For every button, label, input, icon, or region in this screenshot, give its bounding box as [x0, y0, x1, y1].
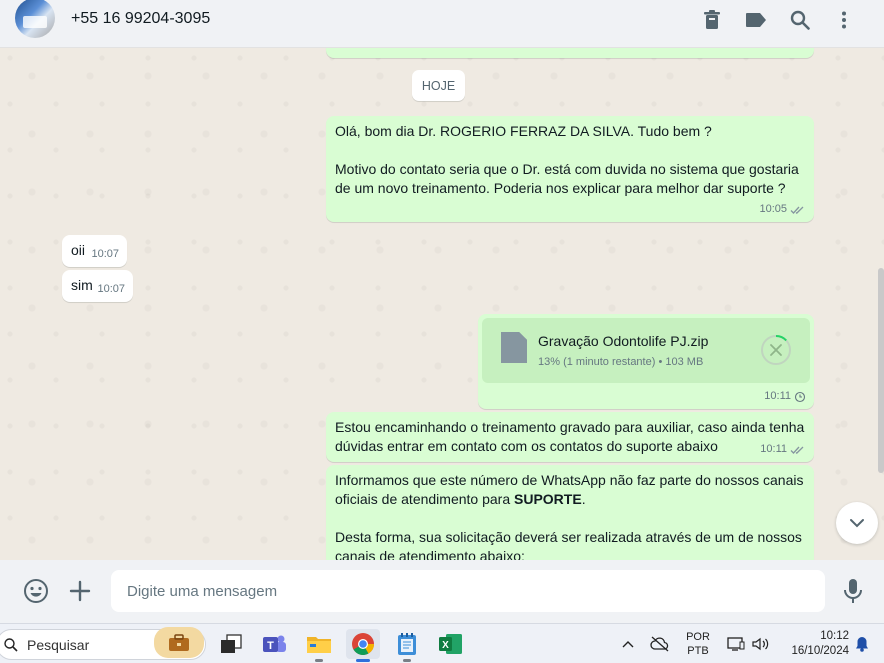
- document-icon: [501, 332, 527, 363]
- svg-text:X: X: [442, 640, 449, 651]
- excel-icon[interactable]: X: [434, 629, 468, 659]
- message-time: 10:11: [760, 443, 787, 455]
- message-bubble-outgoing[interactable]: Olá, bom dia Dr. ROGERIO FERRAZ DA SILVA…: [326, 116, 814, 222]
- chat-scrollbar[interactable]: [878, 268, 884, 473]
- contact-name[interactable]: +55 16 99204-3095: [71, 10, 210, 28]
- notepad-icon[interactable]: [390, 629, 424, 662]
- task-view-icon[interactable]: [214, 629, 248, 659]
- file-message-bubble[interactable]: Gravação Odontolife PJ.zip 13% (1 minuto…: [478, 314, 814, 409]
- message-meta: 10:11: [760, 440, 806, 459]
- file-explorer-icon[interactable]: [302, 629, 336, 662]
- message-time: 10:11: [764, 390, 791, 402]
- scroll-to-bottom-button[interactable]: [836, 502, 878, 544]
- message-time: 10:07: [97, 283, 125, 295]
- file-name: Gravação Odontolife PJ.zip: [538, 333, 709, 349]
- message-text: Desta forma, sua solicitação deverá ser …: [335, 529, 802, 560]
- svg-text:T: T: [267, 640, 274, 652]
- message-text-bold: SUPORTE: [514, 491, 582, 507]
- message-composer: [0, 560, 884, 623]
- volume-icon[interactable]: [750, 632, 772, 656]
- previous-message-bubble: [326, 48, 814, 58]
- message-time: 10:07: [91, 248, 119, 260]
- file-progress-label: 13% (1 minuto restante): [538, 356, 656, 368]
- teams-icon[interactable]: T: [258, 629, 292, 659]
- message-time: 10:05: [759, 203, 787, 215]
- running-indicator: [403, 659, 411, 662]
- message-text: Estou encaminhando o treinamento gravado…: [335, 419, 805, 454]
- message-bubble-incoming[interactable]: sim 10:07: [62, 270, 133, 302]
- double-check-icon: [790, 446, 804, 454]
- header-actions: [690, 6, 866, 34]
- message-text: oii: [71, 242, 86, 258]
- file-meta: 13% (1 minuto restante) • 103 MB: [538, 353, 703, 372]
- message-bubble-incoming[interactable]: oii 10:07: [62, 235, 127, 267]
- file-attachment[interactable]: Gravação Odontolife PJ.zip 13% (1 minuto…: [482, 318, 810, 383]
- cloud-offline-icon[interactable]: [648, 632, 672, 656]
- briefcase-icon[interactable]: [154, 627, 204, 658]
- taskbar-clock[interactable]: 10:12 16/10/2024: [783, 629, 849, 659]
- search-icon: [4, 637, 18, 652]
- chrome-icon[interactable]: [346, 629, 380, 662]
- chat-area[interactable]: HOJE Olá, bom dia Dr. ROGERIO FERRAZ DA …: [0, 48, 884, 560]
- language-indicator[interactable]: POR PTB: [680, 628, 716, 660]
- chevron-down-icon: [850, 519, 864, 528]
- contact-avatar[interactable]: [15, 0, 55, 38]
- notification-bell-icon[interactable]: [852, 632, 872, 656]
- message-text: Informamos que este número de WhatsApp n…: [335, 471, 805, 509]
- chat-header: +55 16 99204-3095: [0, 0, 884, 48]
- message-input[interactable]: [111, 570, 825, 612]
- windows-taskbar: Pesquisar T X POR PTB 10:12 16/10/2024: [0, 623, 884, 663]
- keyboard-layout: PTB: [687, 645, 709, 657]
- menu-dots-icon[interactable]: [822, 6, 866, 34]
- message-meta: 10:11: [764, 387, 806, 406]
- language-code: POR: [686, 631, 710, 643]
- trash-icon[interactable]: [690, 6, 734, 34]
- message-bubble-outgoing[interactable]: Estou encaminhando o treinamento gravado…: [326, 412, 814, 462]
- active-indicator: [356, 659, 370, 662]
- message-text: sim: [71, 277, 93, 293]
- clock-date: 16/10/2024: [791, 645, 849, 657]
- message-meta: 10:05: [759, 200, 806, 219]
- cancel-download-button[interactable]: [760, 334, 792, 366]
- message-text-part: .: [581, 491, 586, 507]
- running-indicator: [315, 659, 323, 662]
- chevron-up-icon[interactable]: [618, 632, 638, 656]
- search-label: Pesquisar: [27, 636, 90, 653]
- microphone-icon[interactable]: [840, 577, 866, 605]
- network-icon[interactable]: [724, 632, 748, 656]
- close-icon: [770, 344, 782, 356]
- message-text: [335, 509, 805, 528]
- message-text: Motivo do contato seria que o Dr. está c…: [335, 161, 799, 196]
- clock-pending-icon: [794, 391, 806, 402]
- label-icon[interactable]: [734, 6, 778, 34]
- message-text: Olá, bom dia Dr. ROGERIO FERRAZ DA SILVA…: [335, 123, 712, 139]
- attach-plus-icon[interactable]: [66, 577, 94, 605]
- message-bubble-outgoing[interactable]: Informamos que este número de WhatsApp n…: [326, 465, 814, 560]
- search-icon[interactable]: [778, 6, 822, 34]
- clock-time: 10:12: [820, 630, 849, 642]
- message-text: [335, 141, 805, 160]
- file-size: 103 MB: [665, 356, 704, 368]
- emoji-icon[interactable]: [22, 577, 50, 605]
- date-separator: HOJE: [412, 70, 465, 101]
- double-check-icon: [790, 206, 804, 214]
